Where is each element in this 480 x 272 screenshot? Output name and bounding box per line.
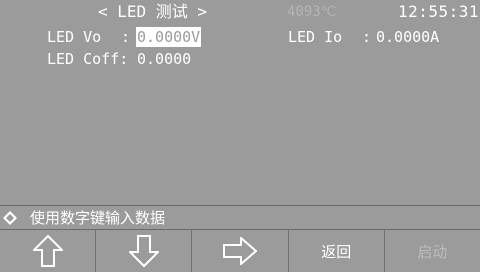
led-vo-input[interactable]: 0.0000V bbox=[136, 27, 202, 47]
led-io-separator: : bbox=[362, 28, 372, 46]
led-test-screen: < LED 测试 > 4093℃ 12:55:31 LED Vo : 0.000… bbox=[0, 0, 480, 272]
led-io-value[interactable]: 0.0000A bbox=[376, 28, 439, 46]
softkey-return-label: 返回 bbox=[321, 242, 352, 261]
led-coff-label: LED Coff: bbox=[47, 50, 129, 68]
led-vo-label: LED Vo bbox=[47, 28, 102, 46]
arrow-up-icon bbox=[32, 235, 63, 267]
softkey-start-button[interactable]: 启动 bbox=[385, 230, 480, 272]
softkey-down-button[interactable] bbox=[96, 230, 193, 272]
led-coff-value[interactable]: 0.0000 bbox=[137, 50, 191, 68]
led-vo-separator: : bbox=[121, 28, 131, 46]
softkey-return-button[interactable]: 返回 bbox=[289, 230, 385, 272]
clock: 12:55:31 bbox=[398, 2, 480, 21]
led-io-label: LED Io bbox=[288, 28, 343, 46]
arrow-right-icon bbox=[223, 237, 257, 265]
arrow-down-icon bbox=[128, 235, 159, 267]
softkey-bar: 返回 启动 bbox=[0, 229, 480, 272]
header-bar: < LED 测试 > 4093℃ 12:55:31 bbox=[0, 0, 480, 24]
temperature-readout: 4093℃ bbox=[287, 4, 337, 20]
softkey-right-button[interactable] bbox=[192, 230, 289, 272]
softkey-up-button[interactable] bbox=[0, 230, 97, 272]
page-title[interactable]: < LED 测试 > bbox=[98, 3, 207, 21]
hint-text: 使用数字键输入数据 bbox=[30, 209, 166, 227]
diamond-icon bbox=[3, 211, 17, 225]
hint-bar: 使用数字键输入数据 bbox=[0, 205, 480, 229]
softkey-start-label: 启动 bbox=[417, 242, 448, 261]
